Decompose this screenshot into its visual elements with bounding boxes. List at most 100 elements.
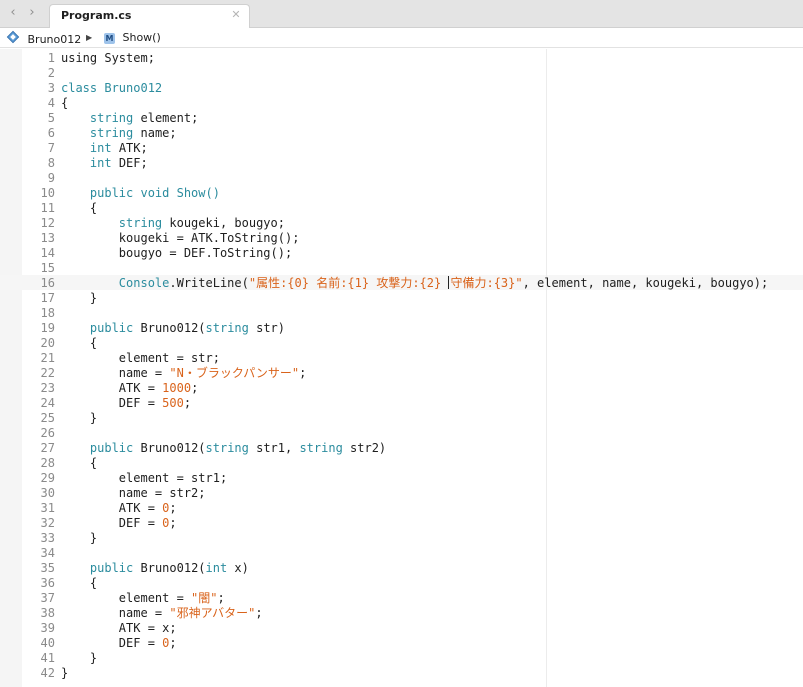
code-line[interactable]: 14 bougyo = DEF.ToString(); bbox=[0, 246, 803, 261]
keyword-token: int bbox=[205, 561, 228, 575]
code-line[interactable]: 38 name = "邪神アバター"; bbox=[0, 606, 803, 621]
code-line[interactable]: 18 bbox=[0, 306, 803, 321]
code-text: public Bruno012(string str) bbox=[61, 321, 285, 336]
keyword-token: public void Show() bbox=[89, 186, 220, 200]
code-line[interactable]: 9 bbox=[0, 171, 803, 186]
forward-chevron-icon[interactable]: › bbox=[22, 4, 42, 22]
code-line[interactable]: 27 public Bruno012(string str1, string s… bbox=[0, 441, 803, 456]
code-line[interactable]: 7 int ATK; bbox=[0, 141, 803, 156]
code-token: name = bbox=[61, 606, 170, 620]
code-line[interactable]: 4{ bbox=[0, 96, 803, 111]
code-token: { bbox=[61, 96, 69, 110]
code-token: bougyo = DEF.ToString(); bbox=[61, 246, 293, 260]
line-number: 4 bbox=[47, 96, 55, 110]
code-line[interactable]: 23 ATK = 1000; bbox=[0, 381, 803, 396]
keyword-token: Console bbox=[118, 276, 170, 290]
line-number: 31 bbox=[40, 501, 55, 515]
breadcrumb: Bruno012 ▶ M Show() bbox=[0, 28, 803, 48]
code-line[interactable]: 26 bbox=[0, 426, 803, 441]
code-text: kougeki = ATK.ToString(); bbox=[61, 231, 300, 246]
line-number: 18 bbox=[40, 306, 55, 320]
code-token: element = str1; bbox=[61, 471, 228, 485]
code-token: element; bbox=[133, 111, 199, 125]
code-editor[interactable]: 1 using System; 2 3 class Bruno012 4{5 string… bbox=[0, 49, 803, 687]
code-line[interactable]: 13 kougeki = ATK.ToString(); bbox=[0, 231, 803, 246]
code-line[interactable]: 41 } bbox=[0, 651, 803, 666]
code-text: string element; bbox=[61, 111, 198, 126]
code-line[interactable]: 6 string name; bbox=[0, 126, 803, 141]
breadcrumb-class[interactable]: Bruno012 bbox=[6, 30, 81, 46]
code-token: ATK = bbox=[61, 501, 163, 515]
line-number: 37 bbox=[40, 591, 55, 605]
line-number: 16 bbox=[40, 276, 55, 290]
code-token: ; bbox=[169, 516, 177, 530]
code-text: name = "N・ブラックパンサー"; bbox=[61, 366, 307, 381]
code-line[interactable]: 21 element = str; bbox=[0, 351, 803, 366]
code-line[interactable]: 35 public Bruno012(int x) bbox=[0, 561, 803, 576]
code-token: element = bbox=[61, 591, 192, 605]
code-line[interactable]: 2 bbox=[0, 66, 803, 81]
code-line[interactable]: 16 Console.WriteLine("属性:{0} 名前:{1} 攻撃力:… bbox=[0, 276, 803, 291]
line-number: 28 bbox=[40, 456, 55, 470]
code-text: public Bruno012(int x) bbox=[61, 561, 249, 576]
code-text: { bbox=[61, 201, 97, 216]
code-token: ; bbox=[169, 501, 177, 515]
code-line[interactable]: 36 { bbox=[0, 576, 803, 591]
code-token: , element, name, kougeki, bougyo); bbox=[522, 276, 769, 290]
code-line[interactable]: 11 { bbox=[0, 201, 803, 216]
line-number: 30 bbox=[40, 486, 55, 500]
code-line[interactable]: 34 bbox=[0, 546, 803, 561]
code-line[interactable]: 28 { bbox=[0, 456, 803, 471]
keyword-token: string bbox=[89, 126, 134, 140]
code-line[interactable]: 37 element = "闇"; bbox=[0, 591, 803, 606]
method-icon: M bbox=[104, 32, 115, 44]
keyword-token: string bbox=[299, 441, 343, 455]
line-number: 35 bbox=[40, 561, 55, 575]
code-lines: 1 using System; 2 3 class Bruno012 4{5 string… bbox=[0, 51, 803, 681]
code-line[interactable]: 10 public void Show() bbox=[0, 186, 803, 201]
code-line[interactable]: 30 name = str2; bbox=[0, 486, 803, 501]
code-line[interactable]: 1 using System; bbox=[0, 51, 803, 66]
code-line[interactable]: 42} bbox=[0, 666, 803, 681]
code-line[interactable]: 29 element = str1; bbox=[0, 471, 803, 486]
string-token: 守備力:{3}" bbox=[450, 276, 523, 290]
keyword-token: string bbox=[205, 441, 249, 455]
code-line[interactable]: 8 int DEF; bbox=[0, 156, 803, 171]
tab-program-cs[interactable]: Program.cs ✕ bbox=[49, 4, 250, 28]
code-line[interactable]: 22 name = "N・ブラックパンサー"; bbox=[0, 366, 803, 381]
code-line[interactable]: 17 } bbox=[0, 291, 803, 306]
code-token: { bbox=[61, 456, 98, 470]
code-line[interactable]: 3 class Bruno012 bbox=[0, 81, 803, 96]
code-text: public void Show() bbox=[61, 186, 220, 201]
code-text: using System; bbox=[61, 51, 155, 66]
code-line[interactable]: 32 DEF = 0; bbox=[0, 516, 803, 531]
code-token: ; bbox=[217, 591, 225, 605]
close-icon[interactable]: ✕ bbox=[230, 8, 242, 22]
code-line[interactable]: 33 } bbox=[0, 531, 803, 546]
code-text: ATK = 0; bbox=[61, 501, 177, 516]
code-line[interactable]: 12 string kougeki, bougyo; bbox=[0, 216, 803, 231]
string-token: "闇" bbox=[191, 591, 218, 605]
code-line[interactable]: 15 bbox=[0, 261, 803, 276]
code-line[interactable]: 39 ATK = x; bbox=[0, 621, 803, 636]
line-number: 13 bbox=[40, 231, 55, 245]
code-line[interactable]: 40 DEF = 0; bbox=[0, 636, 803, 651]
code-line[interactable]: 20 { bbox=[0, 336, 803, 351]
line-number: 23 bbox=[40, 381, 55, 395]
code-token: Bruno012( bbox=[133, 441, 206, 455]
code-text: int ATK; bbox=[61, 141, 148, 156]
keyword-token: class Bruno012 bbox=[61, 81, 163, 95]
line-number: 40 bbox=[40, 636, 55, 650]
code-text: { bbox=[61, 96, 68, 111]
code-line[interactable]: 24 DEF = 500; bbox=[0, 396, 803, 411]
code-line[interactable]: 19 public Bruno012(string str) bbox=[0, 321, 803, 336]
code-line[interactable]: 5 string element; bbox=[0, 111, 803, 126]
breadcrumb-method[interactable]: M Show() bbox=[104, 30, 161, 46]
keyword-token: public bbox=[89, 321, 134, 335]
code-line[interactable]: 31 ATK = 0; bbox=[0, 501, 803, 516]
back-chevron-icon[interactable]: ‹ bbox=[3, 4, 23, 22]
code-line[interactable]: 25 } bbox=[0, 411, 803, 426]
code-token: } bbox=[61, 531, 98, 545]
